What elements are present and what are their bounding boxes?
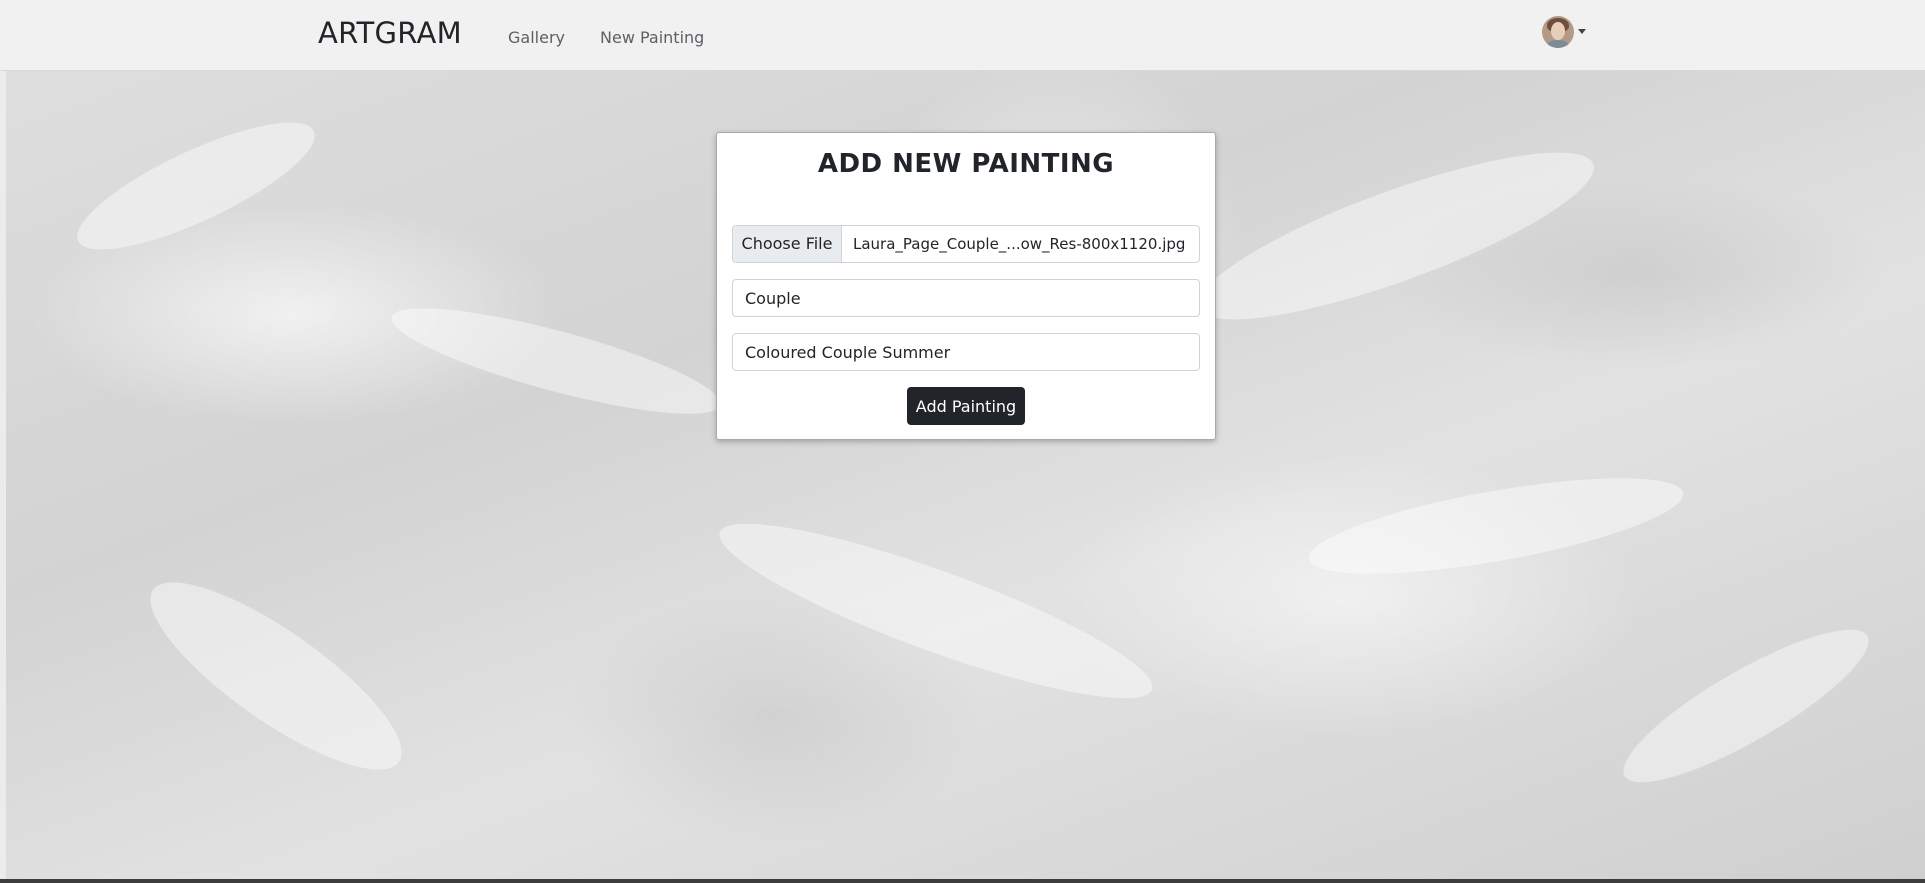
profile-dropdown[interactable]	[1542, 16, 1586, 50]
choose-file-button[interactable]: Choose File	[733, 226, 842, 262]
file-name-text: Laura_Page_Couple_...ow_Res-800x1120.jpg	[853, 235, 1186, 253]
paint-stroke	[63, 99, 329, 273]
nav-link-gallery[interactable]: Gallery	[508, 28, 565, 47]
paint-stroke	[1183, 121, 1609, 351]
paint-stroke	[1302, 458, 1690, 594]
paint-stroke	[384, 288, 728, 434]
paint-stroke	[706, 494, 1166, 728]
title-input[interactable]	[732, 279, 1200, 317]
page: ARTGRAM Gallery New Painting ADD NEW PAI…	[0, 0, 1925, 883]
nav-link-new-painting[interactable]: New Painting	[600, 28, 704, 47]
card-title: ADD NEW PAINTING	[817, 149, 1115, 179]
caret-down-icon[interactable]	[1578, 29, 1586, 34]
navbar: ARTGRAM Gallery New Painting	[0, 0, 1925, 71]
file-input[interactable]: Choose File Laura_Page_Couple_...ow_Res-…	[732, 225, 1200, 263]
paint-stroke	[127, 553, 425, 799]
brand-logo[interactable]: ARTGRAM	[318, 16, 462, 50]
bottom-border	[0, 879, 1925, 883]
avatar[interactable]	[1542, 16, 1574, 48]
tags-input[interactable]	[732, 333, 1200, 371]
paint-stroke	[1607, 605, 1885, 807]
add-painting-button[interactable]: Add Painting	[907, 387, 1025, 425]
add-painting-card: ADD NEW PAINTING Choose File Laura_Page_…	[716, 132, 1216, 440]
